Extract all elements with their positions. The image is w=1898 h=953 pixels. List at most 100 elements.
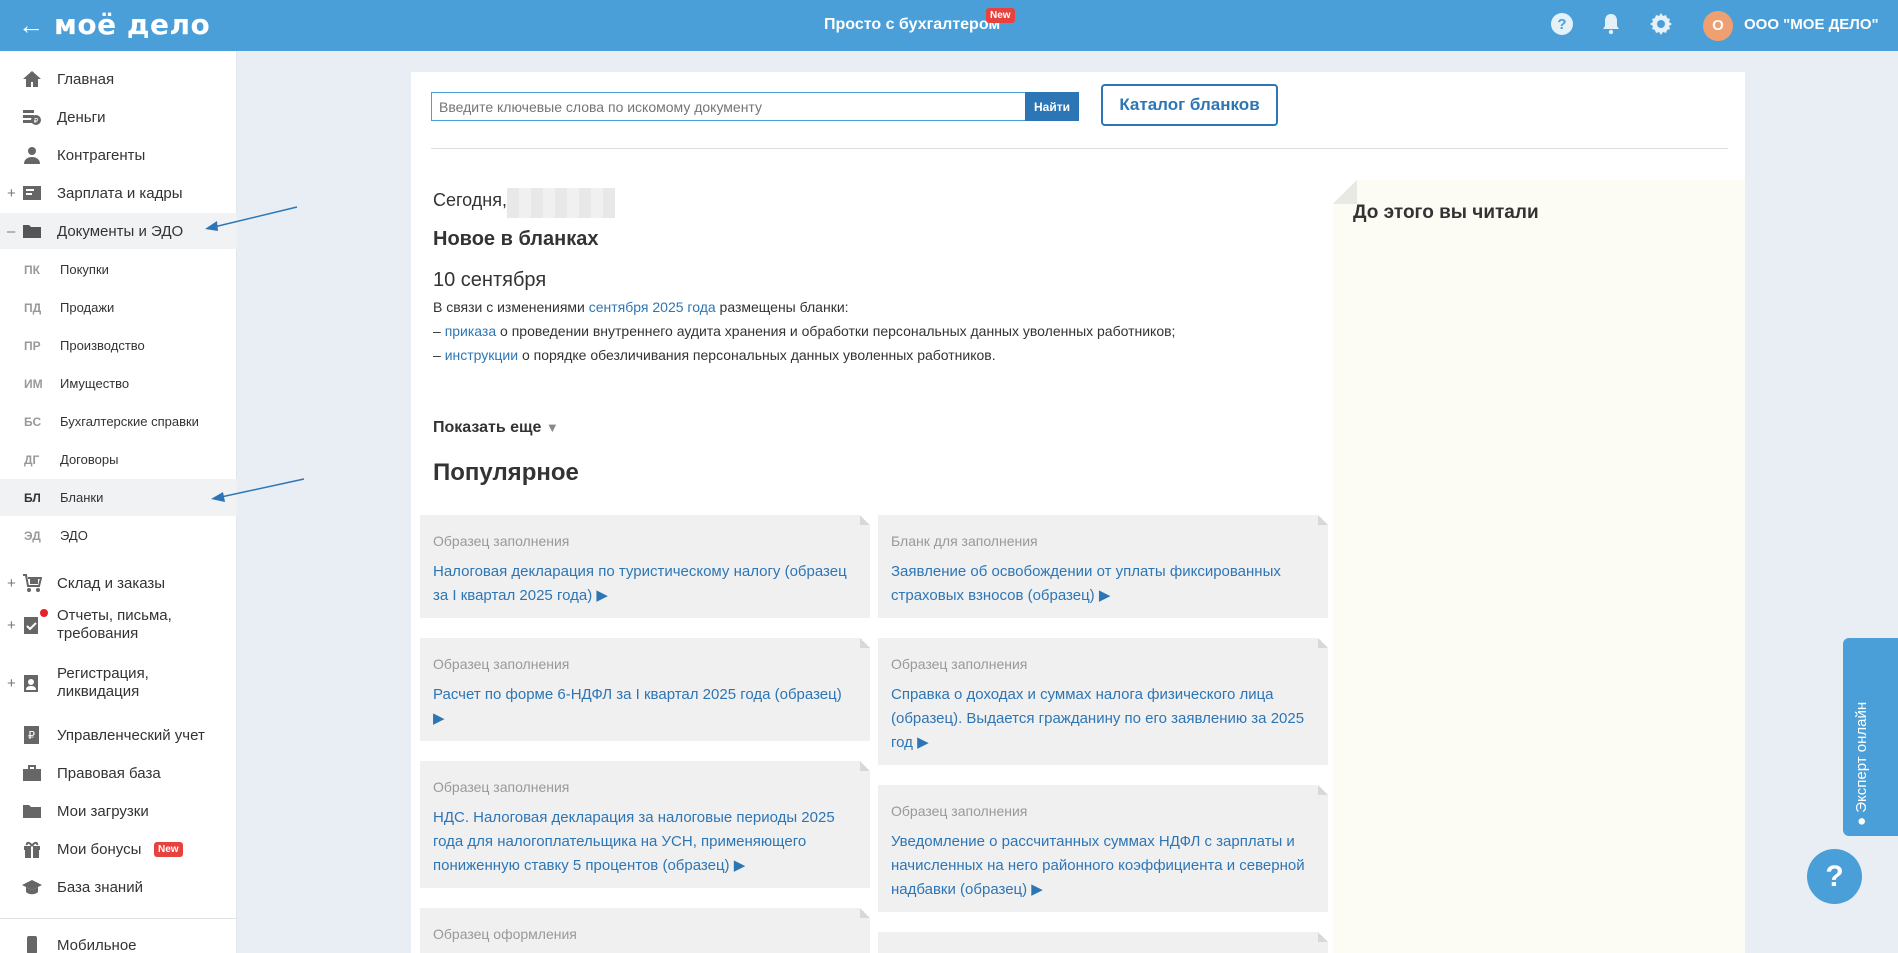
page-fold-icon bbox=[860, 908, 870, 918]
tile-title-link[interactable]: Налоговая декларация по туристическому н… bbox=[433, 560, 854, 608]
news-line: В связи с изменениями сентября 2025 года… bbox=[433, 299, 849, 315]
form-tile[interactable]: Образец заполнения Справка о доходах и с… bbox=[878, 638, 1328, 765]
sidebar-item-knowledge-base[interactable]: База знаний bbox=[0, 869, 237, 905]
form-tile[interactable]: Образец заполнения Налоговая декларация … bbox=[420, 515, 870, 618]
popular-heading: Популярное bbox=[433, 459, 579, 486]
new-badge: New bbox=[986, 8, 1015, 23]
subitem-abbr: ПК bbox=[24, 262, 40, 277]
subitem-abbr: ПД bbox=[24, 300, 42, 315]
tile-title-link[interactable]: Заявление об освобождении от уплаты фикс… bbox=[891, 560, 1312, 608]
collapse-icon[interactable]: – bbox=[7, 223, 15, 240]
news-text: – bbox=[433, 323, 445, 339]
expert-online-tab[interactable]: ● Эксперт онлайн bbox=[1843, 638, 1898, 836]
sidebar-item-money[interactable]: ₽ Деньги bbox=[0, 99, 237, 135]
sidebar-item-label: Мои загрузки bbox=[57, 802, 149, 820]
show-more-button[interactable]: Показать еще ▼ bbox=[433, 419, 559, 437]
tile-title-link[interactable]: Справка о доходах и суммах налога физиче… bbox=[891, 683, 1312, 755]
top-bar: ← моё дело Просто с бухгалтером New ? О … bbox=[0, 0, 1898, 51]
sidebar-item-registration[interactable]: + Регистрация, ликвидация bbox=[0, 661, 237, 705]
subitem-label: Договоры bbox=[60, 452, 119, 467]
subitem-abbr: ПР bbox=[24, 338, 41, 353]
sidebar-item-home[interactable]: Главная bbox=[0, 61, 237, 97]
subitem-label: ЭДО bbox=[60, 528, 88, 543]
sidebar-item-label: Документы и ЭДО bbox=[57, 222, 184, 240]
sidebar-item-warehouse[interactable]: + Склад и заказы bbox=[0, 565, 237, 601]
folder-icon bbox=[23, 225, 41, 238]
tile-title-link[interactable]: НДС. Налоговая декларация за налоговые п… bbox=[433, 806, 854, 878]
management-icon: ₽ bbox=[24, 726, 39, 744]
form-tile[interactable]: Образец заполнения Уведомление о рассчит… bbox=[878, 785, 1328, 912]
news-link[interactable]: сентября 2025 года bbox=[589, 299, 716, 315]
logo[interactable]: моё дело bbox=[54, 8, 210, 41]
page-fold-icon bbox=[860, 761, 870, 771]
search-input[interactable] bbox=[431, 92, 1025, 121]
sidebar-subitem-purchases[interactable]: ПК Покупки bbox=[0, 251, 237, 288]
company-name[interactable]: ООО "МОЕ ДЕЛО" bbox=[1744, 16, 1879, 33]
show-more-label: Показать еще bbox=[433, 419, 542, 436]
sidebar-subitem-contracts[interactable]: ДГ Договоры bbox=[0, 441, 237, 478]
expand-icon[interactable]: + bbox=[7, 185, 16, 202]
news-link[interactable]: приказа bbox=[445, 323, 496, 339]
form-tile[interactable] bbox=[878, 932, 1328, 953]
sidebar-item-label: Склад и заказы bbox=[57, 574, 166, 592]
briefcase-icon bbox=[23, 765, 41, 781]
downloads-icon bbox=[23, 805, 41, 818]
sidebar-item-documents[interactable]: – Документы и ЭДО bbox=[0, 213, 237, 249]
subitem-abbr: ИМ bbox=[24, 376, 43, 391]
sidebar-subitem-accounting-notes[interactable]: БС Бухгалтерские справки bbox=[0, 403, 237, 440]
sidebar-subitem-production[interactable]: ПР Производство bbox=[0, 327, 237, 364]
expand-icon[interactable]: + bbox=[7, 575, 16, 592]
avatar[interactable]: О bbox=[1703, 11, 1733, 41]
sidebar-subitem-edo[interactable]: ЭД ЭДО bbox=[0, 517, 237, 554]
tile-title-link[interactable]: Уведомление о рассчитанных суммах НДФЛ с… bbox=[891, 830, 1312, 902]
form-tile[interactable]: Образец заполнения НДС. Налоговая деклар… bbox=[420, 761, 870, 888]
page-fold-icon bbox=[1318, 932, 1328, 942]
expand-icon[interactable]: + bbox=[7, 617, 16, 634]
form-tile[interactable]: Бланк для заполнения Заявление об освобо… bbox=[878, 515, 1328, 618]
tile-kind: Образец заполнения bbox=[433, 779, 570, 795]
subitem-label: Имущество bbox=[60, 376, 130, 391]
money-icon: ₽ bbox=[23, 110, 41, 125]
news-heading: Новое в бланках bbox=[433, 228, 599, 250]
sidebar-item-mobile[interactable]: Мобильное bbox=[0, 927, 237, 953]
simple-with-accountant-link[interactable]: Просто с бухгалтером New bbox=[824, 8, 1015, 34]
expand-icon[interactable]: + bbox=[7, 675, 16, 692]
sidebar-item-salary[interactable]: + Зарплата и кадры bbox=[0, 175, 237, 211]
svg-text:₽: ₽ bbox=[28, 729, 35, 742]
tile-title-link[interactable]: Расчет по форме 6-НДФЛ за I квартал 2025… bbox=[433, 683, 854, 731]
help-chat-button[interactable]: ? bbox=[1807, 849, 1862, 904]
form-tile[interactable]: Образец заполнения Расчет по форме 6-НДФ… bbox=[420, 638, 870, 741]
news-line: – приказа о проведении внутреннего аудит… bbox=[433, 323, 1175, 339]
catalog-button[interactable]: Каталог бланков bbox=[1101, 84, 1278, 126]
expert-online-label: ● Эксперт онлайн bbox=[1853, 701, 1870, 826]
recently-read-title: До этого вы читали bbox=[1353, 202, 1539, 223]
page-fold-icon bbox=[1318, 785, 1328, 795]
blurred-date bbox=[507, 188, 615, 218]
form-tile[interactable]: Образец оформления bbox=[420, 908, 870, 953]
sidebar-subitem-sales[interactable]: ПД Продажи bbox=[0, 289, 237, 326]
sidebar-item-bonuses[interactable]: Мои бонусы New bbox=[0, 831, 237, 867]
reports-icon bbox=[24, 617, 38, 634]
news-link[interactable]: инструкции bbox=[445, 347, 518, 363]
sidebar-subitem-property[interactable]: ИМ Имущество bbox=[0, 365, 237, 402]
sidebar-item-legal-base[interactable]: Правовая база bbox=[0, 755, 237, 791]
sidebar-item-label: Главная bbox=[57, 70, 115, 88]
tile-kind: Бланк для заполнения bbox=[891, 533, 1038, 549]
counterparty-icon bbox=[24, 147, 40, 164]
sidebar-item-downloads[interactable]: Мои загрузки bbox=[0, 793, 237, 829]
sidebar-subitem-forms[interactable]: БЛ Бланки bbox=[0, 479, 237, 516]
search-button[interactable]: Найти bbox=[1025, 92, 1079, 121]
svg-text:₽: ₽ bbox=[34, 117, 39, 125]
sidebar-item-reports[interactable]: + Отчеты, письма, требования bbox=[0, 603, 237, 647]
page-fold-icon bbox=[860, 638, 870, 648]
back-arrow-icon[interactable]: ← bbox=[18, 12, 44, 38]
tile-kind: Образец заполнения bbox=[433, 533, 570, 549]
sidebar-item-counterparties[interactable]: Контрагенты bbox=[0, 137, 237, 173]
bell-icon[interactable] bbox=[1599, 12, 1623, 36]
sidebar-item-management[interactable]: ₽ Управленческий учет bbox=[0, 717, 237, 753]
help-icon[interactable]: ? bbox=[1550, 12, 1574, 36]
subitem-label: Бухгалтерские справки bbox=[60, 414, 199, 429]
sidebar-item-label: Контрагенты bbox=[57, 146, 146, 164]
news-text: о порядке обезличивания персональных дан… bbox=[518, 347, 996, 363]
gear-icon[interactable] bbox=[1649, 12, 1673, 36]
